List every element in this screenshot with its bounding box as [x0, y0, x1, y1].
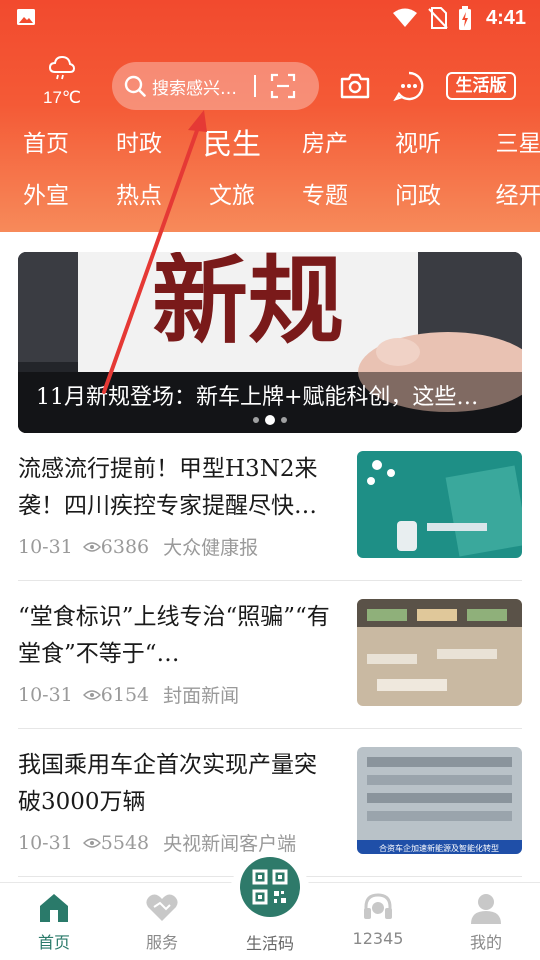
news-title[interactable]: 流感流行提前！甲型H3N2来袭！四川疾控专家提醒尽快… [18, 451, 336, 525]
news-feed[interactable]: 新规 11月新规登场：新车上牌+赋能科创，这些… 流感流行提前！甲型H3N2来袭… [0, 232, 540, 882]
weather-temperature: 17℃ [42, 88, 81, 107]
divider [18, 728, 522, 729]
nav-tab-publicity[interactable]: 外宣 [23, 176, 69, 216]
nav-tab-livelihood[interactable]: 民生 [203, 124, 261, 164]
news-date: 10-31 [18, 831, 73, 854]
wifi-icon [392, 8, 417, 27]
tab-hotline[interactable]: 12345 [333, 891, 423, 948]
nav-tab-politics[interactable]: 时政 [116, 124, 162, 164]
channel-nav-row-1: 首页 时政 民生 房产 视听 三星堆 [0, 124, 540, 164]
nav-tab-development-zone[interactable]: 经开区 [496, 176, 540, 216]
eye-icon [82, 541, 101, 552]
tab-profile[interactable]: 我的 [441, 891, 531, 953]
tab-label: 我的 [469, 933, 502, 952]
news-thumbnail[interactable]: 合资车企加速新能源及智能化转型 [357, 747, 522, 854]
bottom-tab-bar: 首页 服务 生活码 12345 我的 [0, 853, 540, 960]
search-divider [254, 75, 256, 97]
news-views-group: 6386 [82, 535, 150, 558]
carousel-pagination [18, 415, 522, 425]
news-item[interactable]: “堂食标识”上线专治“照骗”“有堂食”不等于“… 10-31 6154 封面新闻 [18, 599, 522, 747]
search-placeholder[interactable]: 搜索感兴… [152, 74, 246, 99]
headset-icon [364, 893, 392, 919]
news-item[interactable]: 流感流行提前！甲型H3N2来袭！四川疾控专家提醒尽快… 10-31 6386 大… [18, 451, 522, 599]
news-date: 10-31 [18, 683, 73, 706]
status-time: 4:41 [485, 6, 526, 29]
tab-label: 服务 [145, 933, 178, 952]
search-icon [124, 75, 146, 97]
nav-tab-realestate[interactable]: 房产 [302, 124, 348, 164]
scan-icon[interactable] [270, 73, 296, 99]
nav-tab-home[interactable]: 首页 [23, 124, 69, 164]
handshake-heart-icon [146, 894, 178, 921]
message-icon[interactable] [393, 70, 425, 102]
news-views-group: 6154 [82, 683, 150, 706]
tab-label-life-code[interactable]: 生活码 [246, 930, 294, 954]
qr-code-icon [252, 869, 288, 905]
divider [18, 580, 522, 581]
carousel-dot [281, 417, 287, 423]
news-title[interactable]: 我国乘用车企首次实现产量突破3000万辆 [18, 747, 336, 821]
battery-icon [458, 6, 471, 30]
camera-icon[interactable] [339, 70, 371, 102]
status-bar: 4:41 [0, 0, 540, 36]
nav-tab-inquiry[interactable]: 问政 [395, 176, 441, 216]
tab-label: 12345 [352, 929, 404, 948]
tab-home[interactable]: 首页 [9, 891, 99, 953]
banner-sign-text: 新规 [152, 252, 344, 357]
tab-services[interactable]: 服务 [117, 891, 207, 953]
nav-tab-sanxingdui[interactable]: 三星堆 [496, 124, 540, 164]
life-code-button[interactable] [240, 857, 300, 917]
weather-widget[interactable]: 17℃ [36, 55, 88, 108]
no-sim-icon [428, 7, 448, 29]
search-bar[interactable]: 搜索感兴… [112, 62, 319, 110]
news-source: 大众健康报 [163, 537, 259, 559]
banner-carousel[interactable]: 新规 11月新规登场：新车上牌+赋能科创，这些… [18, 252, 522, 433]
eye-icon [82, 689, 101, 700]
channel-nav-row-2: 外宣 热点 文旅 专题 问政 经开区 [0, 176, 540, 216]
user-icon [471, 894, 501, 924]
life-version-button[interactable]: 生活版 [446, 72, 516, 100]
thumb-caption: 合资车企加速新能源及智能化转型 [379, 843, 499, 853]
carousel-dot [253, 417, 259, 423]
news-meta: 10-31 6154 封面新闻 [18, 681, 239, 708]
carousel-dot-active [265, 415, 275, 425]
news-meta: 10-31 5548 央视新闻客户端 [18, 829, 296, 856]
news-thumbnail[interactable] [357, 599, 522, 706]
home-icon [40, 894, 68, 922]
gallery-notification-icon [17, 9, 35, 25]
news-views-group: 5548 [82, 831, 150, 854]
news-views: 6386 [100, 535, 150, 558]
news-views: 5548 [100, 831, 150, 854]
nav-tab-media[interactable]: 视听 [395, 124, 441, 164]
weather-icon [48, 55, 76, 80]
news-thumbnail[interactable] [357, 451, 522, 558]
nav-tab-culture-travel[interactable]: 文旅 [209, 176, 255, 216]
news-source: 央视新闻客户端 [163, 833, 297, 855]
news-date: 10-31 [18, 535, 73, 558]
nav-tab-topics[interactable]: 专题 [302, 176, 348, 216]
news-views: 6154 [100, 683, 150, 706]
eye-icon [82, 837, 101, 848]
tab-label: 首页 [37, 933, 70, 952]
banner-title[interactable]: 11月新规登场：新车上牌+赋能科创，这些… [36, 379, 506, 411]
app-header: 4:41 17℃ 搜索感兴… 生活版 首页 时政 民生 房产 视听 三星 外宣 … [0, 0, 540, 232]
news-source: 封面新闻 [163, 685, 240, 707]
news-title[interactable]: “堂食标识”上线专治“照骗”“有堂食”不等于“… [18, 599, 336, 673]
news-meta: 10-31 6386 大众健康报 [18, 533, 258, 560]
nav-tab-hot[interactable]: 热点 [116, 176, 162, 216]
